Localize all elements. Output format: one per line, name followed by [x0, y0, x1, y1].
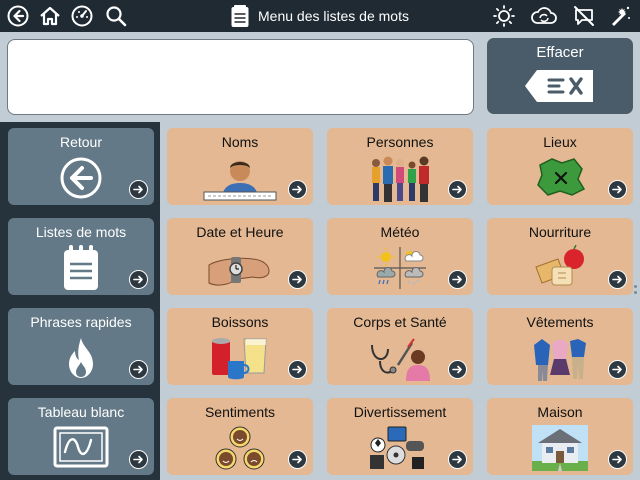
whiteboard-icon: [53, 426, 109, 468]
tile-vetements[interactable]: Vêtements: [487, 308, 633, 385]
tile-maison[interactable]: Maison: [487, 398, 633, 475]
sidebar-item-tableau-blanc[interactable]: Tableau blanc: [8, 398, 154, 475]
tile-divertissement[interactable]: Divertissement: [327, 398, 473, 475]
sidebar-item-label: Tableau blanc: [37, 404, 125, 420]
tile-label: Sentiments: [204, 404, 276, 420]
sidebar: Retour Listes de mots Phrases rapides Ta…: [0, 122, 160, 480]
arrow-right-icon: [448, 450, 467, 469]
arrow-right-icon: [608, 360, 627, 379]
tile-label: Personnes: [366, 134, 434, 150]
tile-label: Météo: [380, 224, 420, 240]
wristwatch-icon: [208, 257, 270, 286]
arrow-right-icon: [129, 270, 148, 289]
people-group-icon: [372, 156, 429, 202]
page-indicator-right: [634, 282, 638, 297]
sync-icon[interactable]: [530, 4, 558, 28]
home-icon[interactable]: [38, 4, 62, 28]
tile-label: Corps et Santé: [353, 314, 447, 330]
tile-boissons[interactable]: Boissons: [167, 308, 313, 385]
tile-label: Boissons: [211, 314, 269, 330]
message-window[interactable]: [7, 39, 474, 115]
notepad-icon: [64, 245, 98, 290]
sidebar-item-label: Phrases rapides: [30, 314, 132, 330]
arrow-right-icon: [288, 450, 307, 469]
tile-label: Maison: [537, 404, 583, 420]
tile-date-et-heure[interactable]: Date et Heure: [167, 218, 313, 295]
tile-nourriture[interactable]: Nourriture: [487, 218, 633, 295]
arrow-right-icon: [608, 270, 627, 289]
clear-button-label: Effacer: [536, 44, 584, 61]
sidebar-item-label: Retour: [59, 134, 103, 150]
tile-meteo[interactable]: Météo: [327, 218, 473, 295]
back-circle-icon[interactable]: [6, 4, 30, 28]
arrow-right-icon: [608, 180, 627, 199]
clothes-rack-icon: [534, 339, 586, 381]
arrow-right-icon: [129, 450, 148, 469]
erase-icon: [525, 70, 593, 102]
arrow-right-icon: [448, 270, 467, 289]
page-title: Menu des listes de mots: [258, 8, 409, 24]
dashboard-icon[interactable]: [70, 4, 94, 28]
tile-sentiments[interactable]: Sentiments: [167, 398, 313, 475]
tile-label: Date et Heure: [196, 224, 284, 240]
arrow-right-icon: [288, 360, 307, 379]
faces-icon: [215, 426, 265, 470]
tile-lieux[interactable]: Lieux: [487, 128, 633, 205]
sidebar-item-listes-de-mots[interactable]: Listes de mots: [8, 218, 154, 295]
arrow-right-icon: [608, 450, 627, 469]
arrow-right-icon: [448, 360, 467, 379]
sidebar-item-label: Listes de mots: [35, 224, 127, 240]
arrow-right-icon: [448, 180, 467, 199]
doctor-stethoscope-icon: [371, 338, 430, 381]
edit-magic-icon[interactable]: [608, 4, 632, 28]
tile-label: Lieux: [543, 134, 577, 150]
flame-icon: [69, 338, 93, 378]
map-region-icon: [537, 158, 586, 196]
arrow-right-icon: [129, 360, 148, 379]
tile-corps-et-sante[interactable]: Corps et Santé: [327, 308, 473, 385]
person-nametag-icon: [203, 161, 277, 201]
tile-label: Noms: [221, 134, 259, 150]
food-icon: [535, 245, 584, 286]
top-bar: Menu des listes de mots: [0, 0, 640, 32]
sidebar-item-phrases-rapides[interactable]: Phrases rapides: [8, 308, 154, 385]
notepad-icon: [231, 5, 249, 27]
tile-label: Vêtements: [526, 314, 594, 330]
tile-personnes[interactable]: Personnes: [327, 128, 473, 205]
page-title-area: Menu des listes de mots: [230, 3, 409, 29]
main-area: Effacer Retour Listes de mots Phrases ra…: [0, 32, 640, 480]
entertainment-icon: [370, 426, 424, 469]
sidebar-item-retour[interactable]: Retour: [8, 128, 154, 205]
speech-off-icon[interactable]: [572, 4, 596, 28]
search-icon[interactable]: [104, 4, 128, 28]
back-circle-icon: [60, 157, 102, 199]
drinks-icon: [212, 338, 267, 380]
arrow-right-icon: [288, 270, 307, 289]
brightness-icon[interactable]: [492, 4, 516, 28]
arrow-right-icon: [129, 180, 148, 199]
tile-label: Nourriture: [528, 224, 592, 240]
clear-button[interactable]: Effacer: [487, 38, 633, 114]
arrow-right-icon: [288, 180, 307, 199]
tile-label: Divertissement: [353, 404, 447, 420]
weather-icon: [374, 247, 426, 289]
house-icon: [532, 425, 588, 471]
tile-noms[interactable]: Noms: [167, 128, 313, 205]
